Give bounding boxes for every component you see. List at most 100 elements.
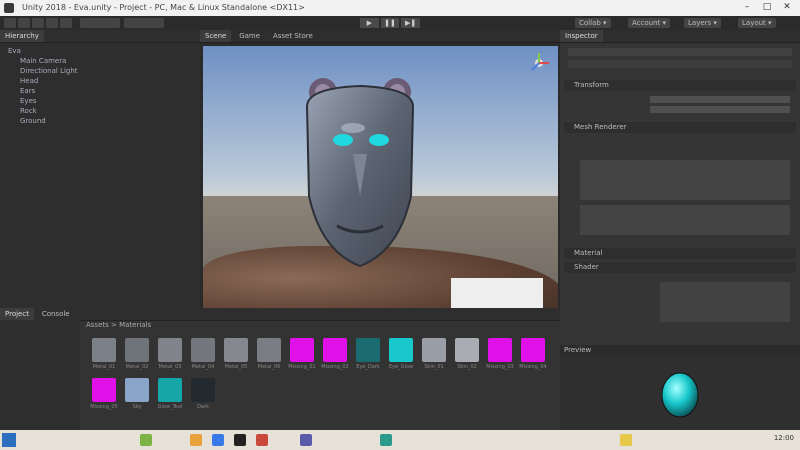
breadcrumb[interactable]: Assets > Materials <box>86 321 151 329</box>
section-mesh-renderer[interactable]: Mesh Renderer <box>564 122 796 133</box>
asset-label: Missing_02 <box>321 364 349 370</box>
move-tool-icon[interactable] <box>18 18 30 28</box>
hand-tool-icon[interactable] <box>4 18 16 28</box>
project-folder-tree[interactable] <box>0 320 80 430</box>
asset-label: Metal_04 <box>191 364 215 370</box>
global-toggle[interactable] <box>124 18 164 28</box>
asset-label: Metal_05 <box>224 364 248 370</box>
asset-label: Missing_01 <box>288 364 316 370</box>
rotate-tool-icon[interactable] <box>32 18 44 28</box>
hierarchy-item[interactable]: Directional Light <box>20 67 78 75</box>
asset-preview: Preview <box>560 345 800 433</box>
tab-game[interactable]: Game <box>234 30 265 42</box>
app-icon[interactable] <box>140 434 152 446</box>
hierarchy-panel: Hierarchy Eva Main Camera Directional Li… <box>0 30 200 308</box>
asset-thumbnail[interactable]: Missing_04 <box>519 338 547 370</box>
project-panel: Project Console Assets > Materials Metal… <box>0 308 560 430</box>
tag-layer-row[interactable] <box>568 60 792 68</box>
inspector-panel: Inspector Transform Mesh Renderer Materi… <box>560 30 800 433</box>
hierarchy-item[interactable]: Ground <box>20 117 46 125</box>
asset-thumbnail[interactable]: Missing_01 <box>288 338 316 370</box>
asset-label: Skin_01 <box>424 364 444 370</box>
asset-label: Eye_Glow <box>388 364 414 370</box>
hierarchy-item[interactable]: Eyes <box>20 97 37 105</box>
asset-thumbnail[interactable]: Metal_02 <box>125 338 149 370</box>
asset-label: Missing_05 <box>90 404 118 410</box>
layers-menu[interactable]: Layers ▾ <box>684 18 721 28</box>
asset-label: Metal_06 <box>257 364 281 370</box>
account-menu[interactable]: Account ▾ <box>628 18 671 28</box>
hierarchy-item[interactable]: Head <box>20 77 38 85</box>
app-icon[interactable] <box>620 434 632 446</box>
lighting-settings[interactable] <box>580 205 790 235</box>
layout-menu[interactable]: Layout ▾ <box>738 18 776 28</box>
collab-menu[interactable]: Collab ▾ <box>575 18 611 28</box>
object-name-field[interactable] <box>568 48 792 56</box>
tab-project[interactable]: Project <box>0 308 34 320</box>
materials-list[interactable] <box>580 160 790 200</box>
scene-panel: Scene Game Asset Store <box>200 30 560 308</box>
asset-thumbnail[interactable]: Dark <box>191 378 215 410</box>
tab-scene[interactable]: Scene <box>200 30 232 42</box>
asset-grid: Metal_01 Metal_02 Metal_03 Metal_04 Metal_05… <box>84 330 560 430</box>
app-icon[interactable] <box>380 434 392 446</box>
asset-thumbnail[interactable]: Metal_03 <box>158 338 182 370</box>
hierarchy-item[interactable]: Main Camera <box>20 57 66 65</box>
asset-thumbnail[interactable]: Missing_05 <box>90 378 118 410</box>
asset-thumbnail[interactable]: Glow_Teal <box>158 378 182 410</box>
section-shader[interactable]: Shader <box>564 262 796 273</box>
asset-label: Metal_02 <box>125 364 149 370</box>
app-icon[interactable] <box>300 434 312 446</box>
folder-icon[interactable] <box>190 434 202 446</box>
hierarchy-item[interactable]: Rock <box>20 107 37 115</box>
pause-button[interactable]: ❚❚ <box>380 18 400 28</box>
play-button[interactable]: ▶ <box>360 18 379 28</box>
asset-thumbnail[interactable]: Skin_01 <box>422 338 446 370</box>
orientation-gizmo-icon[interactable] <box>528 52 550 74</box>
material-sphere-preview[interactable] <box>560 355 800 433</box>
hierarchy-item[interactable]: Eva <box>8 47 21 55</box>
asset-label: Sky <box>132 404 142 410</box>
start-button-icon[interactable] <box>2 433 16 447</box>
robot-head-model[interactable] <box>203 46 558 308</box>
minimize-button[interactable]: – <box>740 2 754 14</box>
asset-label: Metal_03 <box>158 364 182 370</box>
asset-thumbnail[interactable]: Missing_03 <box>486 338 514 370</box>
window-title: Unity 2018 - Eva.unity - Project - PC, M… <box>22 3 305 12</box>
maximize-button[interactable]: □ <box>760 2 774 14</box>
shader-properties[interactable] <box>660 282 790 322</box>
asset-thumbnail[interactable]: Eye_Dark <box>356 338 380 370</box>
scene-viewport[interactable] <box>203 46 558 308</box>
section-material[interactable]: Material <box>564 248 796 259</box>
unity-app-icon[interactable] <box>234 434 246 446</box>
tab-asset-store[interactable]: Asset Store <box>268 30 318 42</box>
tab-hierarchy[interactable]: Hierarchy <box>0 30 44 42</box>
position-field[interactable] <box>650 96 790 103</box>
pivot-toggle[interactable] <box>80 18 120 28</box>
hierarchy-list: Eva Main Camera Directional Light Head E… <box>0 43 200 308</box>
rect-tool-icon[interactable] <box>60 18 72 28</box>
close-button[interactable]: ✕ <box>780 2 794 14</box>
play-controls: ▶ ❚❚ ▶❚ <box>360 18 421 28</box>
step-button[interactable]: ▶❚ <box>401 18 421 28</box>
asset-thumbnail[interactable]: Skin_02 <box>455 338 479 370</box>
hierarchy-item[interactable]: Ears <box>20 87 35 95</box>
tab-console[interactable]: Console <box>37 308 75 320</box>
asset-thumbnail[interactable]: Metal_01 <box>92 338 116 370</box>
notification-overlay <box>451 278 543 308</box>
asset-thumbnail[interactable]: Eye_Glow <box>389 338 413 370</box>
asset-thumbnail[interactable]: Sky <box>125 378 149 410</box>
section-transform[interactable]: Transform <box>564 80 796 91</box>
rotation-field[interactable] <box>650 106 790 113</box>
browser-icon[interactable] <box>212 434 224 446</box>
scale-tool-icon[interactable] <box>46 18 58 28</box>
asset-thumbnail[interactable]: Metal_04 <box>191 338 215 370</box>
asset-thumbnail[interactable]: Missing_02 <box>321 338 349 370</box>
tab-inspector[interactable]: Inspector <box>560 30 603 42</box>
unity-logo-icon <box>4 3 14 13</box>
asset-thumbnail[interactable]: Metal_05 <box>224 338 248 370</box>
main-toolbar: ▶ ❚❚ ▶❚ Collab ▾ Account ▾ Layers ▾ Layo… <box>0 16 800 30</box>
asset-thumbnail[interactable]: Metal_06 <box>257 338 281 370</box>
asset-label: Dark <box>197 404 209 410</box>
app-icon[interactable] <box>256 434 268 446</box>
